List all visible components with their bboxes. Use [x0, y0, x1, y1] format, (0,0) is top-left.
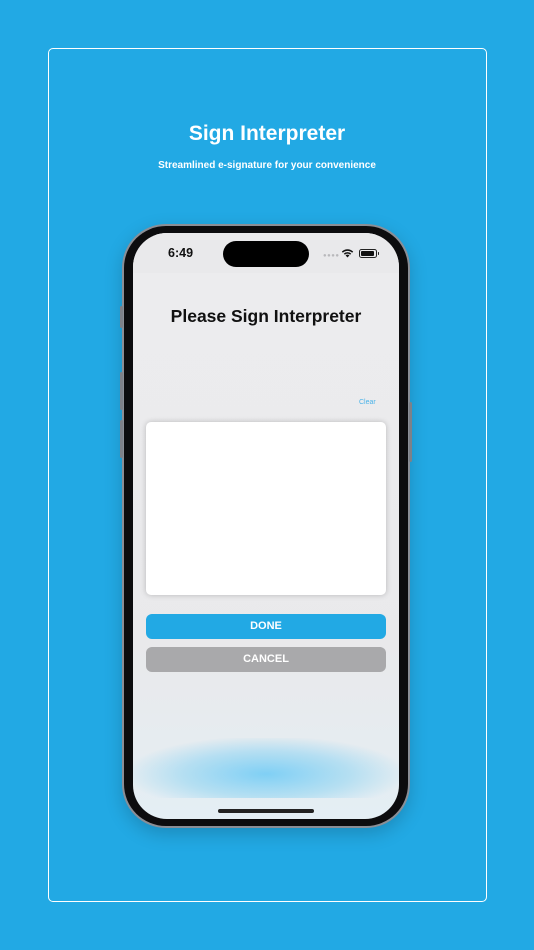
battery-icon [359, 249, 379, 258]
phone-volume-up-button [120, 372, 123, 410]
phone-screen: 6:49 ●●●● Please Sign Interpreter Clear … [133, 233, 399, 819]
clear-button[interactable]: Clear [359, 399, 376, 406]
signature-pad[interactable] [146, 422, 386, 595]
status-bar: 6:49 ●●●● [133, 233, 399, 273]
status-time: 6:49 [168, 246, 194, 260]
bottom-glow [133, 738, 399, 798]
cellular-icon: ●●●● [323, 253, 340, 259]
battery-level [361, 251, 374, 256]
done-button[interactable]: DONE [146, 614, 386, 639]
phone-volume-down-button [120, 420, 123, 458]
phone-power-button [409, 402, 412, 462]
promo-subtitle: Streamlined e-signature for your conveni… [158, 160, 376, 171]
promo-title: Sign Interpreter [188, 122, 346, 145]
phone-side-button [120, 306, 123, 328]
home-indicator[interactable] [218, 809, 314, 813]
wifi-icon [341, 249, 354, 258]
page-title: Please Sign Interpreter [170, 306, 362, 326]
dynamic-island [223, 241, 309, 267]
cancel-button[interactable]: CANCEL [146, 647, 386, 672]
